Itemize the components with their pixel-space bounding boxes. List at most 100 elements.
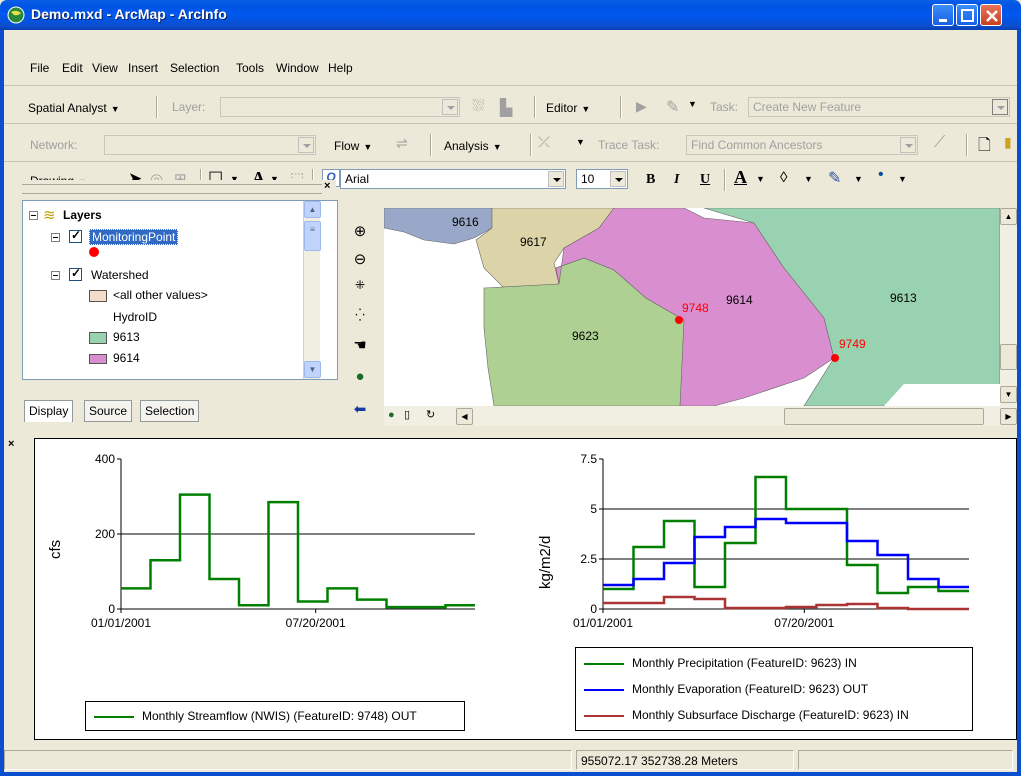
chart1-ytick-label: 200 bbox=[95, 527, 115, 541]
legend-subsurface: Monthly Subsurface Discharge (FeatureID:… bbox=[632, 708, 909, 722]
font-size-combo[interactable]: 10 bbox=[576, 169, 628, 189]
editor-menu[interactable]: Editor bbox=[546, 101, 590, 115]
task-value: Create New Feature bbox=[753, 100, 862, 114]
layout-view-icon[interactable]: ▯ bbox=[404, 408, 410, 421]
previous-extent-icon[interactable]: ⬅ bbox=[350, 400, 370, 420]
layers-icon: ≋ bbox=[43, 207, 56, 224]
menu-edit[interactable]: Edit bbox=[62, 61, 83, 75]
monitoringpoint-visibility-checkbox[interactable] bbox=[69, 228, 82, 243]
task-combo[interactable]: Create New Feature bbox=[748, 97, 1010, 117]
font-color-button[interactable]: A bbox=[734, 167, 747, 188]
fill-color-icon[interactable]: ◊ bbox=[780, 169, 787, 186]
collapse-monitoringpoint-icon[interactable] bbox=[51, 233, 60, 242]
refresh-icon[interactable]: ↻ bbox=[426, 408, 435, 421]
spatial-analyst-menu[interactable]: Spatial Analyst bbox=[28, 101, 120, 115]
separator bbox=[620, 96, 622, 118]
toc-scroll-up-icon[interactable]: ▲ bbox=[304, 201, 321, 218]
layer-watershed[interactable]: Watershed bbox=[91, 268, 149, 282]
italic-button[interactable]: I bbox=[674, 172, 679, 188]
chart2-ytick-label: 0 bbox=[590, 602, 597, 616]
menu-help[interactable]: Help bbox=[328, 61, 353, 75]
collapse-layers-icon[interactable] bbox=[29, 211, 38, 220]
line-color-icon[interactable]: ✎ bbox=[828, 168, 841, 188]
analysis-menu[interactable]: Analysis bbox=[444, 139, 502, 153]
legend-heading-hydroid: HydroID bbox=[113, 310, 158, 324]
zoom-in-icon[interactable]: ⊕ bbox=[350, 222, 370, 242]
trace-task-combo[interactable]: Find Common Ancestors bbox=[686, 135, 918, 155]
map-scroll-down-icon[interactable]: ▼ bbox=[1000, 386, 1017, 403]
map-scroll-left-icon[interactable]: ◀ bbox=[456, 408, 473, 425]
fixed-zoom-in-icon[interactable]: ⁜ bbox=[350, 278, 370, 298]
map-scroll-right-icon[interactable]: ▶ bbox=[1000, 408, 1017, 425]
hillshade-icon[interactable]: ▙ bbox=[500, 98, 512, 118]
chart2-xtick-label: 01/01/2001 bbox=[573, 616, 633, 630]
underline-button[interactable]: U bbox=[700, 172, 710, 188]
pan-icon[interactable]: ☚ bbox=[350, 336, 370, 356]
menu-file[interactable]: File bbox=[30, 61, 49, 75]
fixed-zoom-out-icon[interactable]: ⁛ bbox=[350, 308, 370, 328]
close-button[interactable] bbox=[980, 4, 1002, 26]
map-horizontal-scrollbar[interactable]: ● ▯ ↻ ◀ ▶ bbox=[384, 406, 1017, 426]
toc-scroll-thumb[interactable]: ≡ bbox=[304, 221, 321, 251]
histogram-icon[interactable]: ⛆ bbox=[472, 98, 485, 116]
network-combo[interactable] bbox=[104, 135, 316, 155]
bold-button[interactable]: B bbox=[646, 172, 655, 188]
layer-label: Layer: bbox=[172, 100, 206, 114]
network-flag-icon[interactable]: ⤫ bbox=[538, 134, 550, 151]
watershed-visibility-checkbox[interactable] bbox=[69, 266, 82, 281]
separator bbox=[724, 169, 726, 191]
sketch-tool-icon[interactable]: ✎ bbox=[666, 97, 679, 117]
line-color-dropdown-icon[interactable]: ▼ bbox=[854, 174, 863, 184]
legend-evaporation: Monthly Evaporation (FeatureID: 9623) OU… bbox=[632, 682, 869, 696]
map-vertical-scrollbar[interactable]: ▲ ▼ bbox=[1000, 208, 1017, 406]
flow-menu[interactable]: Flow bbox=[334, 139, 372, 153]
edit-tool-icon[interactable]: ▶ bbox=[636, 98, 647, 115]
graph-area: 0 200 400 01/01/2001 07/20/2001 0 2.5 5 7.5 01/01… bbox=[34, 438, 1017, 740]
map-view[interactable]: 9616 9617 9614 9613 9623 9748 9749 bbox=[384, 208, 1000, 406]
minimize-button[interactable] bbox=[932, 4, 954, 26]
monitoring-point-9748 bbox=[675, 316, 683, 324]
menu-view[interactable]: View bbox=[92, 61, 118, 75]
menu-selection[interactable]: Selection bbox=[170, 61, 219, 75]
solve-icon[interactable]: ⟋ bbox=[934, 134, 945, 152]
toc-grip[interactable] bbox=[22, 184, 322, 194]
layer-combo[interactable] bbox=[220, 97, 460, 117]
label-9617: 9617 bbox=[520, 235, 547, 249]
separator bbox=[430, 134, 432, 156]
maximize-button[interactable] bbox=[956, 4, 978, 26]
fill-color-dropdown-icon[interactable]: ▼ bbox=[804, 174, 813, 184]
marker-color-dropdown-icon[interactable]: ▼ bbox=[898, 174, 907, 184]
menu-tools[interactable]: Tools bbox=[236, 61, 264, 75]
layers-root[interactable]: Layers bbox=[63, 208, 102, 222]
flag-dropdown-icon[interactable]: ▼ bbox=[576, 137, 585, 147]
menu-window[interactable]: Window bbox=[276, 61, 319, 75]
map-scroll-up-icon[interactable]: ▲ bbox=[1000, 208, 1017, 225]
data-view-icon[interactable]: ● bbox=[388, 409, 395, 421]
map-canvas[interactable]: 9616 9617 9614 9613 9623 9748 9749 bbox=[384, 208, 1000, 406]
status-bar: 955072.17 352738.28 Meters bbox=[4, 748, 1017, 772]
font-color-dropdown-icon[interactable]: ▼ bbox=[756, 174, 765, 184]
sketch-dropdown-icon[interactable]: ▼ bbox=[688, 99, 697, 109]
title-bar[interactable]: Demo.mxd - ArcMap - ArcInfo bbox=[0, 0, 1021, 30]
tab-selection[interactable]: Selection bbox=[140, 400, 200, 422]
legend-swatch-9613 bbox=[89, 332, 107, 344]
legend-line-precipitation bbox=[584, 663, 624, 665]
full-extent-icon[interactable]: ● bbox=[350, 368, 370, 388]
open-folder-icon[interactable]: ▮ bbox=[1004, 134, 1012, 151]
trace-task-label: Trace Task: bbox=[598, 138, 660, 152]
tab-source[interactable]: Source bbox=[84, 400, 133, 422]
new-document-icon[interactable]: 🗋 bbox=[978, 134, 991, 161]
toc-close-icon[interactable]: × bbox=[324, 180, 330, 192]
collapse-watershed-icon[interactable] bbox=[51, 271, 60, 280]
map-vscroll-thumb[interactable] bbox=[1000, 344, 1017, 370]
map-hscroll-thumb[interactable] bbox=[784, 408, 984, 425]
marker-color-icon[interactable]: • bbox=[878, 166, 884, 184]
flow-arrows-icon[interactable]: ⇌ bbox=[396, 135, 408, 152]
graph-close-icon[interactable]: × bbox=[8, 438, 14, 450]
toc-scroll-down-icon[interactable]: ▼ bbox=[304, 361, 321, 378]
toc-scrollbar[interactable]: ▲ ≡ ▼ bbox=[303, 201, 321, 379]
zoom-out-icon[interactable]: ⊖ bbox=[350, 250, 370, 270]
menu-insert[interactable]: Insert bbox=[128, 61, 158, 75]
layer-monitoringpoint[interactable]: MonitoringPoint bbox=[89, 229, 179, 245]
tab-display[interactable]: Display bbox=[24, 400, 74, 422]
